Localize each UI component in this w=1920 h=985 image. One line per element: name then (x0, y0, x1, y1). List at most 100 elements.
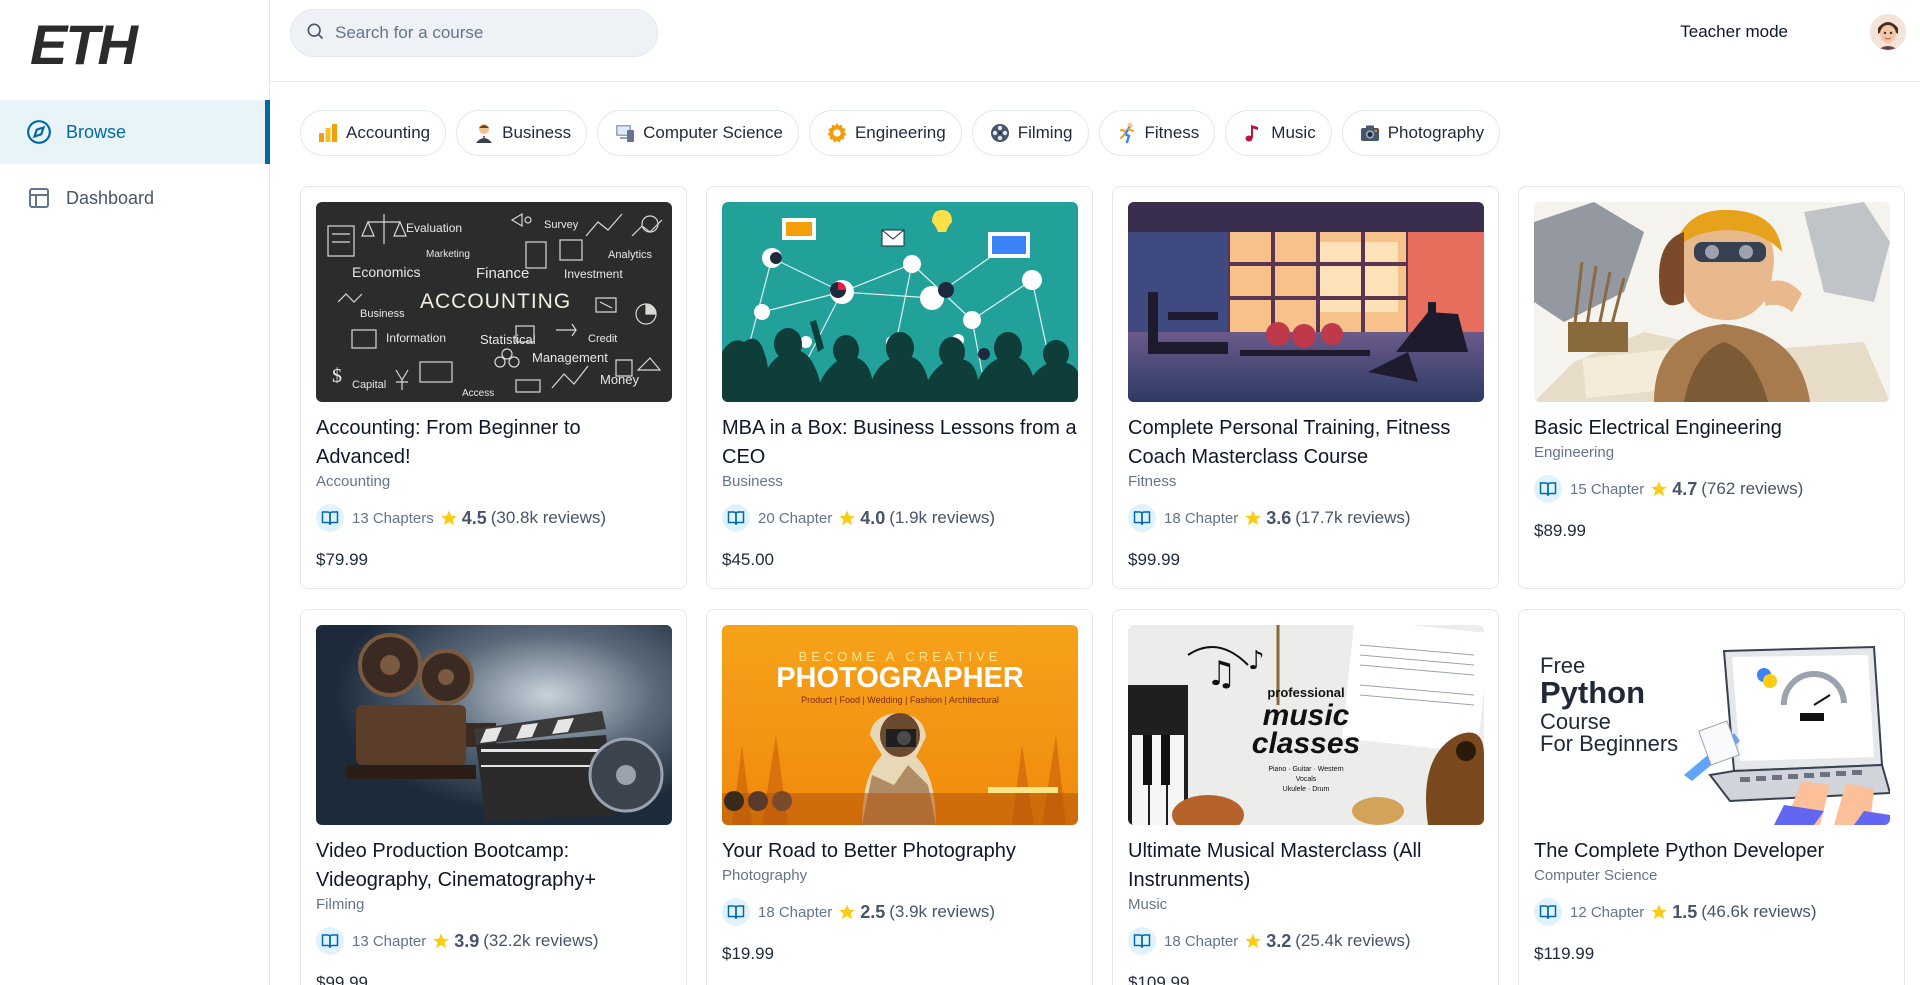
svg-text:♫: ♫ (1206, 654, 1236, 694)
review-count: (17.7k reviews) (1295, 508, 1411, 527)
course-card[interactable]: Basic Electrical Engineering Engineering… (1518, 186, 1905, 589)
course-card[interactable]: Complete Personal Training, Fitness Coac… (1112, 186, 1499, 589)
course-meta: 13 Chapters 4.5 (30.8k reviews) (316, 504, 671, 532)
search-box[interactable] (290, 9, 658, 57)
course-price: $79.99 (316, 550, 368, 569)
course-price: $45.00 (722, 550, 774, 569)
svg-text:Piano · Guitar · Western: Piano · Guitar · Western (1268, 766, 1343, 773)
book-icon (1534, 898, 1562, 926)
book-icon (1128, 504, 1156, 532)
chapter-count: 15 Chapter (1570, 480, 1645, 498)
category-chip-music[interactable]: Music (1225, 110, 1332, 156)
course-card[interactable]: Evaluation Survey Marketing Analytics Ec… (300, 186, 687, 589)
course-thumbnail-photography: BECOME A CREATIVE PHOTOGRAPHER Product |… (722, 625, 1078, 825)
rating-value: 3.6 (1266, 507, 1292, 528)
svg-text:Credit: Credit (588, 333, 617, 345)
eth-logo[interactable]: ETH (30, 18, 180, 70)
music-note-icon (1242, 122, 1264, 144)
svg-text:♪: ♪ (1248, 646, 1265, 676)
category-chip-accounting[interactable]: Accounting (300, 110, 447, 156)
svg-text:Ukulele · Drum: Ukulele · Drum (1283, 786, 1330, 793)
svg-text:Python: Python (1540, 675, 1645, 710)
svg-text:ACCOUNTING: ACCOUNTING (420, 290, 571, 313)
category-chip-filming[interactable]: Filming (971, 110, 1089, 156)
svg-text:Business: Business (360, 308, 405, 320)
chapter-count: 12 Chapter (1570, 903, 1645, 921)
course-title[interactable]: Basic Electrical Engineering (1534, 414, 1889, 443)
category-chip-business[interactable]: Business (456, 110, 588, 156)
course-category: Computer Science (1534, 867, 1658, 884)
course-price: $119.99 (1534, 944, 1595, 963)
review-count: (32.2k reviews) (483, 931, 599, 950)
course-card[interactable]: Free Python Course For Beginners The Com… (1518, 609, 1905, 985)
category-chip-photography[interactable]: Photography (1341, 110, 1501, 156)
svg-text:PHOTOGRAPHER: PHOTOGRAPHER (776, 662, 1024, 694)
svg-text:Marketing: Marketing (426, 249, 470, 260)
category-chip-computer-science[interactable]: Computer Science (597, 110, 799, 156)
chip-label: Filming (1017, 123, 1073, 142)
svg-text:classes: classes (1252, 727, 1360, 760)
course-title[interactable]: Your Road to Better Photography (722, 837, 1077, 866)
course-category: Photography (722, 867, 808, 884)
category-chip-fitness[interactable]: Fitness (1098, 110, 1216, 156)
camera-icon (1359, 122, 1381, 144)
course-title[interactable]: MBA in a Box: Business Lessons from a CE… (722, 414, 1077, 472)
chapter-count: 20 Chapter (758, 509, 833, 527)
rating-value: 2.5 (860, 901, 886, 922)
course-card[interactable]: Video Production Bootcamp: Videography, … (300, 609, 687, 985)
course-category: Accounting (316, 473, 391, 490)
chip-label: Computer Science (643, 123, 783, 142)
sidebar-item-dashboard[interactable]: Dashboard (0, 166, 270, 230)
course-card[interactable]: BECOME A CREATIVE PHOTOGRAPHER Product |… (706, 609, 1093, 985)
course-thumbnail-fitness (1128, 202, 1484, 402)
course-meta: 18 Chapter 3.2 (25.4k reviews) (1128, 927, 1483, 955)
book-icon (722, 504, 750, 532)
course-title[interactable]: Ultimate Musical Masterclass (All Instru… (1128, 837, 1483, 895)
course-title[interactable]: Accounting: From Beginner to Advanced! (316, 414, 671, 472)
svg-text:Product | Food | Wedding | Fas: Product | Food | Wedding | Fashion | Arc… (801, 695, 999, 705)
layout-icon (26, 185, 52, 211)
course-category: Music (1128, 896, 1168, 913)
chapter-count: 13 Chapters (352, 509, 434, 527)
chip-label: Photography (1387, 123, 1485, 142)
chip-label: Accounting (346, 123, 431, 142)
category-chip-engineering[interactable]: Engineering (808, 110, 962, 156)
course-category: Engineering (1534, 444, 1615, 461)
course-thumbnail-filming (316, 625, 672, 825)
course-price: $19.99 (722, 944, 774, 963)
course-thumbnail-music: ♫ ♪ professional music classes Piano · G… (1128, 625, 1484, 825)
course-title[interactable]: The Complete Python Developer (1534, 837, 1889, 866)
course-meta: 15 Chapter 4.7 (762 reviews) (1534, 475, 1889, 503)
course-thumbnail-business (722, 202, 1078, 402)
svg-text:professional: professional (1267, 685, 1344, 700)
review-count: (25.4k reviews) (1295, 931, 1411, 950)
star-icon (838, 509, 856, 527)
svg-text:Evaluation: Evaluation (406, 221, 462, 235)
book-icon (316, 504, 344, 532)
svg-text:Vocals: Vocals (1296, 776, 1317, 783)
course-card[interactable]: MBA in a Box: Business Lessons from a CE… (706, 186, 1093, 589)
star-icon (1650, 480, 1668, 498)
svg-text:Access: Access (462, 388, 494, 399)
chapter-count: 18 Chapter (1164, 509, 1239, 527)
course-title[interactable]: Complete Personal Training, Fitness Coac… (1128, 414, 1483, 472)
svg-text:Survey: Survey (544, 219, 579, 231)
sidebar-item-browse[interactable]: Browse (0, 100, 270, 164)
svg-text:Capital: Capital (352, 379, 386, 391)
teacher-mode-button[interactable]: Teacher mode (1680, 22, 1788, 46)
review-count: (3.9k reviews) (889, 902, 996, 921)
star-icon (440, 509, 458, 527)
review-count: (46.6k reviews) (1701, 902, 1817, 921)
avatar[interactable] (1870, 14, 1906, 50)
star-icon (1244, 932, 1262, 950)
book-icon (316, 927, 344, 955)
gear-icon (826, 122, 848, 144)
course-meta: 20 Chapter 4.0 (1.9k reviews) (722, 504, 1077, 532)
course-title[interactable]: Video Production Bootcamp: Videography, … (316, 837, 671, 895)
review-count: (762 reviews) (1701, 479, 1804, 498)
film-reel-icon (989, 122, 1011, 144)
chip-label: Music (1271, 123, 1316, 142)
search-input[interactable] (335, 23, 635, 43)
course-card[interactable]: ♫ ♪ professional music classes Piano · G… (1112, 609, 1499, 985)
rating-value: 4.7 (1672, 478, 1698, 499)
